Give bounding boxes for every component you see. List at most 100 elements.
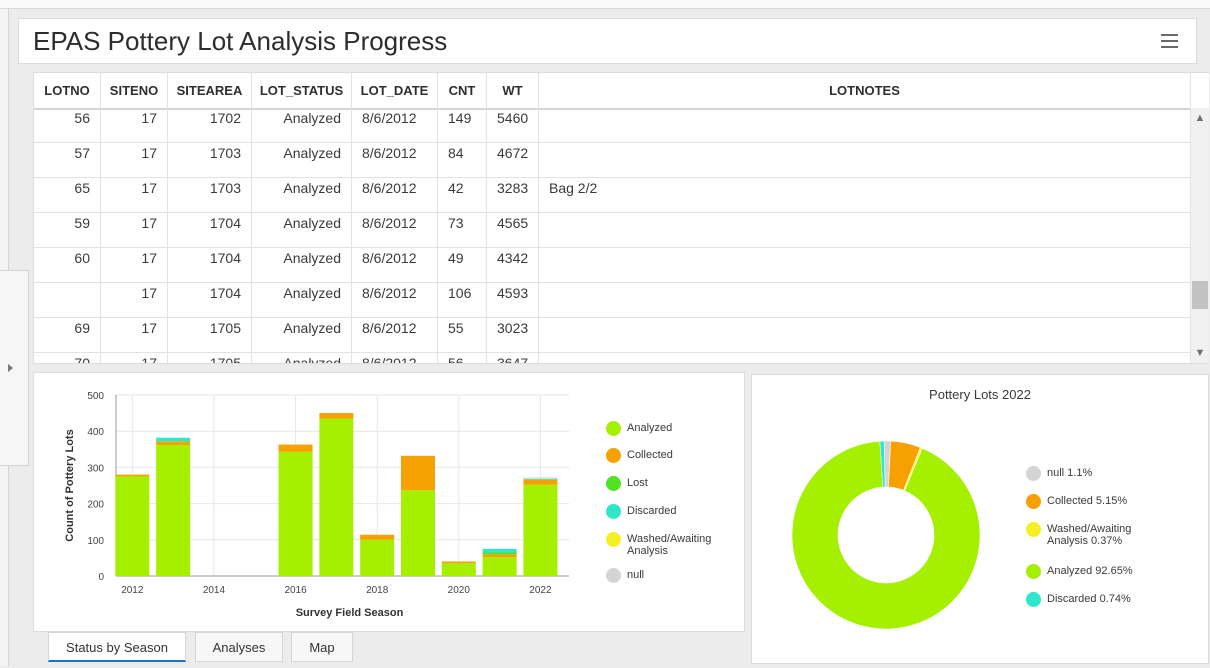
tab-analyses[interactable]: Analyses xyxy=(195,632,283,662)
legend-swatch xyxy=(1026,564,1041,579)
table-cell xyxy=(539,283,1191,317)
table-cell: 55 xyxy=(438,318,487,352)
table-cell xyxy=(539,143,1191,177)
legend-item[interactable]: Collected xyxy=(606,449,673,463)
legend-item[interactable]: Washed/Awaiting Analysis xyxy=(606,533,739,557)
bar-segment[interactable] xyxy=(483,549,517,553)
table-cell: Analyzed xyxy=(252,143,352,177)
table-cell: 8/6/2012 xyxy=(352,318,438,352)
table-cell: 84 xyxy=(438,143,487,177)
table-scrollbar[interactable]: ▲ ▼ xyxy=(1191,108,1209,363)
table-row[interactable]: 56171702Analyzed8/6/20121495460 xyxy=(34,108,1191,143)
bar-segment[interactable] xyxy=(319,413,353,418)
bar-segment[interactable] xyxy=(319,419,353,576)
bar-segment[interactable] xyxy=(156,441,190,445)
bar-segment[interactable] xyxy=(360,535,394,540)
bar-segment[interactable] xyxy=(401,456,435,490)
legend-swatch xyxy=(606,476,621,491)
table-row[interactable]: 171704Analyzed8/6/20121064593 xyxy=(34,283,1191,318)
table-cell: 17 xyxy=(101,178,168,212)
bar-segment[interactable] xyxy=(442,563,476,576)
table-cell xyxy=(539,318,1191,352)
tab-status-by-season[interactable]: Status by Season xyxy=(48,632,186,662)
tab-map[interactable]: Map xyxy=(291,632,353,662)
bar-segment[interactable] xyxy=(523,485,557,576)
column-header[interactable]: SITEAREA xyxy=(168,73,252,108)
legend-label: Analyzed 92.65% xyxy=(1047,565,1133,577)
legend-item[interactable]: Lost xyxy=(606,477,648,491)
table-row[interactable]: 59171704Analyzed8/6/2012734565 xyxy=(34,213,1191,248)
table-cell: 57 xyxy=(34,143,101,177)
legend-item[interactable]: Washed/Awaiting Analysis 0.37% xyxy=(1026,523,1169,547)
bar-segment[interactable] xyxy=(483,552,517,554)
table-cell xyxy=(539,353,1191,363)
table-cell xyxy=(539,213,1191,247)
legend-item[interactable]: Analyzed xyxy=(606,422,672,436)
y-axis-title: Count of Pottery Lots xyxy=(64,429,76,541)
expand-panel-icon[interactable] xyxy=(8,364,13,372)
bar-segment[interactable] xyxy=(115,476,149,576)
bar-segment[interactable] xyxy=(483,554,517,557)
bar-segment[interactable] xyxy=(442,562,476,564)
table-cell xyxy=(539,108,1191,142)
column-header[interactable]: LOTNO xyxy=(34,73,101,108)
table-cell: 1705 xyxy=(168,353,252,363)
column-header[interactable]: LOT_DATE xyxy=(352,73,438,108)
bar-segment[interactable] xyxy=(279,452,313,576)
expand-panel-tab[interactable] xyxy=(0,270,29,466)
legend-item[interactable]: null xyxy=(606,569,644,583)
bar-segment[interactable] xyxy=(360,540,394,576)
table-cell: 17 xyxy=(101,283,168,317)
legend-item[interactable]: Collected 5.15% xyxy=(1026,495,1127,509)
legend-swatch xyxy=(606,504,621,519)
table-row[interactable]: 65171703Analyzed8/6/2012423283Bag 2/2 xyxy=(34,178,1191,213)
table-cell: 8/6/2012 xyxy=(352,353,438,363)
bar-segment[interactable] xyxy=(115,475,149,477)
table-body: 56171702Analyzed8/6/2012149546057171703A… xyxy=(34,108,1191,363)
table-row[interactable]: 57171703Analyzed8/6/2012844672 xyxy=(34,143,1191,178)
bar-segment[interactable] xyxy=(523,480,557,485)
legend-label: Lost xyxy=(627,477,648,489)
chevron-up-icon[interactable]: ▲ xyxy=(1191,110,1209,126)
table-cell: 8/6/2012 xyxy=(352,108,438,142)
bar-segment[interactable] xyxy=(483,557,517,576)
table-cell: 17 xyxy=(101,213,168,247)
page-title: EPAS Pottery Lot Analysis Progress xyxy=(33,26,447,57)
column-header[interactable]: CNT xyxy=(438,73,487,108)
bar-segment[interactable] xyxy=(156,445,190,576)
table-row[interactable]: 70171705Analyzed8/6/2012563647 xyxy=(34,353,1191,363)
legend-swatch xyxy=(1026,466,1041,481)
legend-item[interactable]: Analyzed 92.65% xyxy=(1026,565,1133,579)
x-tick-label: 2012 xyxy=(121,585,144,596)
table-cell: 60 xyxy=(34,248,101,282)
table-cell: 42 xyxy=(438,178,487,212)
table-cell: Analyzed xyxy=(252,283,352,317)
x-axis-title: Survey Field Season xyxy=(296,607,404,619)
column-header[interactable]: SITENO xyxy=(101,73,168,108)
hamburger-menu-icon[interactable] xyxy=(1161,34,1178,48)
column-header[interactable]: WT xyxy=(487,73,539,108)
legend-label: Washed/Awaiting Analysis 0.37% xyxy=(1047,523,1169,547)
legend-swatch xyxy=(606,448,621,463)
scrollbar-thumb[interactable] xyxy=(1192,281,1208,309)
table-row[interactable]: 60171704Analyzed8/6/2012494342 xyxy=(34,248,1191,283)
column-header[interactable]: LOTNOTES xyxy=(539,73,1191,108)
table-cell: 3647 xyxy=(487,353,539,363)
bar-segment[interactable] xyxy=(523,479,557,480)
legend-item[interactable]: null 1.1% xyxy=(1026,467,1092,481)
legend-item[interactable]: Discarded xyxy=(606,505,677,519)
bar-segment[interactable] xyxy=(156,438,190,442)
table-row[interactable]: 69171705Analyzed8/6/2012553023 xyxy=(34,318,1191,353)
bar-segment[interactable] xyxy=(523,478,557,479)
chevron-down-icon[interactable]: ▼ xyxy=(1191,345,1209,361)
table-cell: 69 xyxy=(34,318,101,352)
legend-item[interactable]: Discarded 0.74% xyxy=(1026,593,1131,607)
table-cell: 17 xyxy=(101,318,168,352)
column-header[interactable]: LOT_STATUS xyxy=(252,73,352,108)
table-cell: Analyzed xyxy=(252,213,352,247)
bar-segment[interactable] xyxy=(279,445,313,452)
bar-segment[interactable] xyxy=(401,490,435,576)
table-cell: 4593 xyxy=(487,283,539,317)
bar-chart-svg: 0100200300400500201220142016201820202022… xyxy=(34,373,744,631)
table-cell: 56 xyxy=(34,108,101,142)
